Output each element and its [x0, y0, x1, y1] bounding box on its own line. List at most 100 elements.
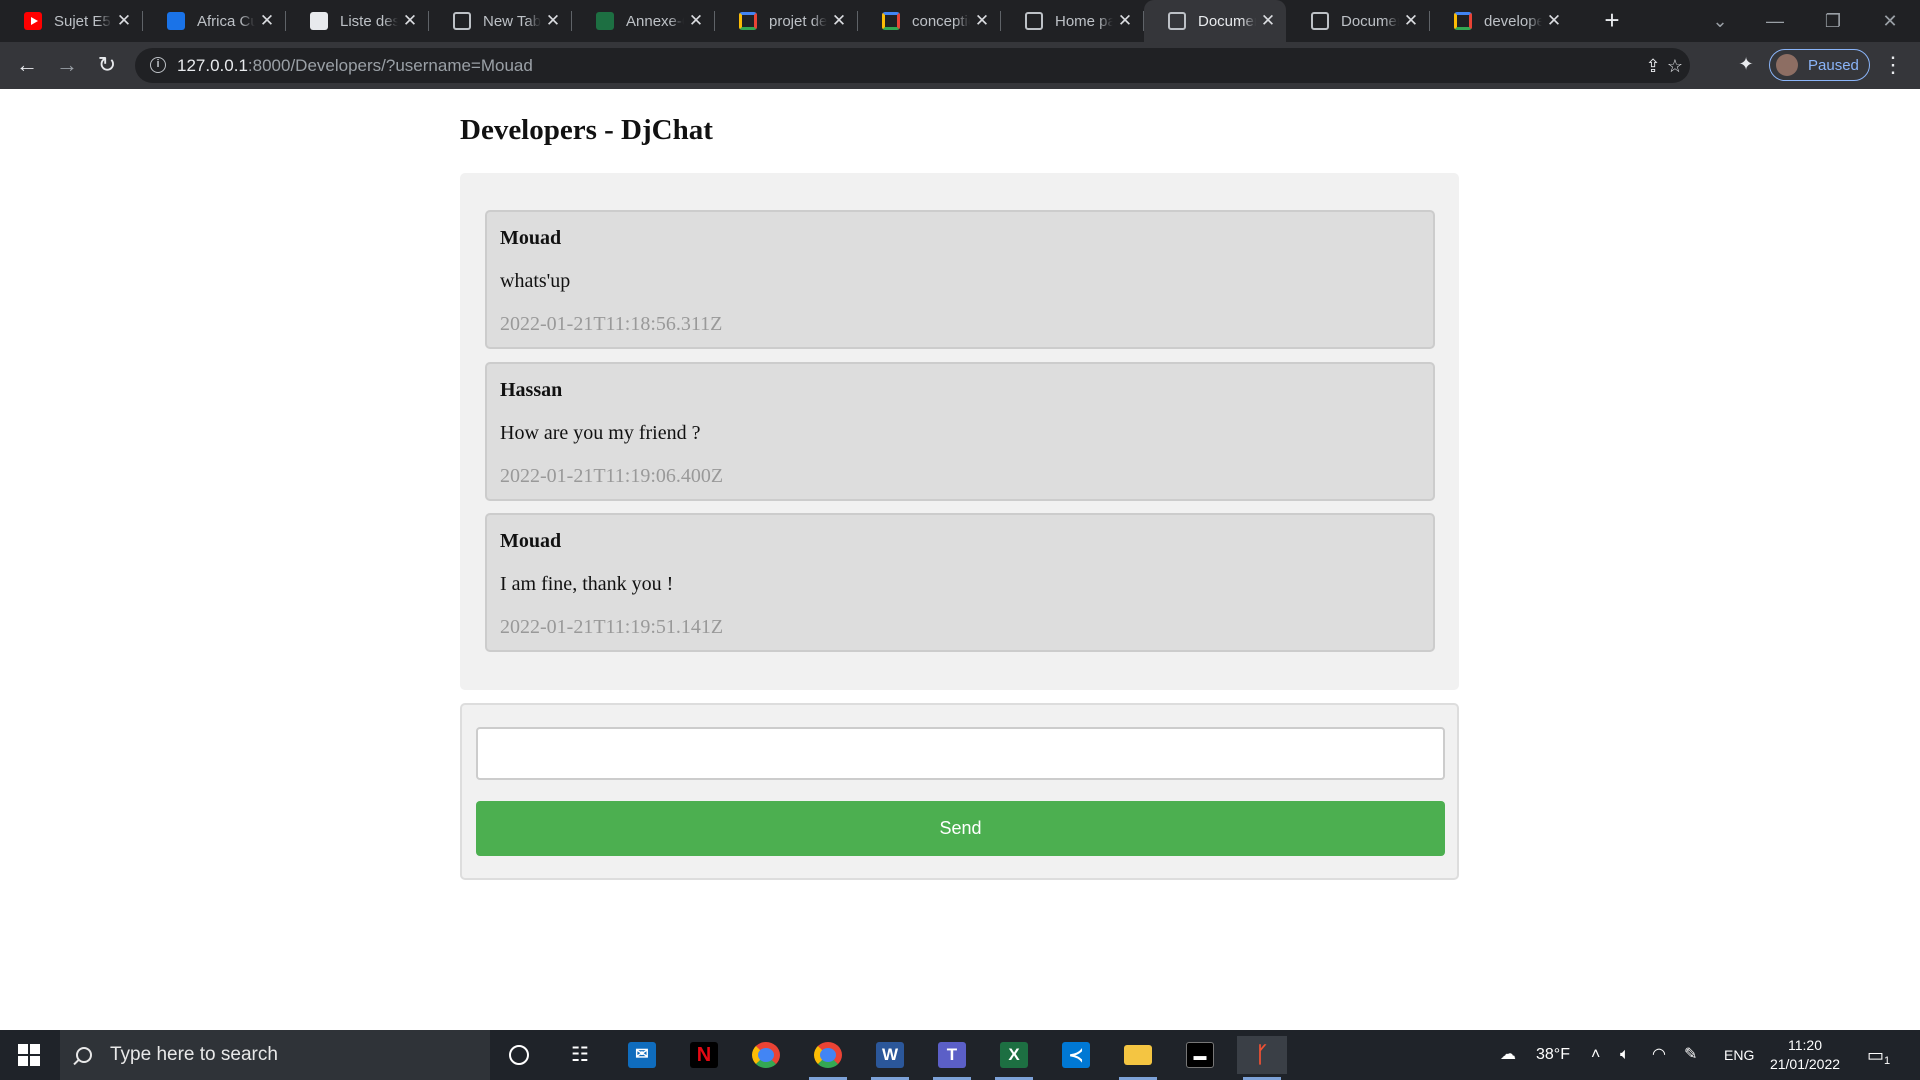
chat-log: Mouad whats'up 2022-01-21T11:18:56.311Z … [460, 173, 1459, 690]
close-tab-icon[interactable]: ✕ [541, 11, 565, 31]
browser-tab[interactable]: Africa Cup of Nations✕ [143, 0, 286, 42]
close-tab-icon[interactable]: ✕ [1399, 11, 1423, 31]
windows-start-icon[interactable] [0, 1030, 58, 1080]
taskbar-search[interactable]: Type here to search [60, 1030, 490, 1080]
language-indicator[interactable]: ENG [1724, 1030, 1754, 1080]
close-tab-icon[interactable]: ✕ [1256, 11, 1280, 31]
chrome-profile-icon[interactable] [803, 1036, 853, 1080]
close-tab-icon[interactable]: ✕ [684, 11, 708, 31]
message-author: Mouad [500, 227, 562, 249]
clock[interactable]: 11:20 21/01/2022 [1765, 1036, 1845, 1074]
excel-icon[interactable]: X [989, 1036, 1039, 1080]
new-tab-button[interactable]: + [1597, 6, 1627, 36]
bookmark-star-icon[interactable]: ☆ [1665, 56, 1685, 76]
browser-tab-strip: Sujet E5 SIO✕ Africa Cup of Nations✕ Lis… [0, 0, 1920, 42]
message-composer: Send [460, 703, 1459, 880]
close-tab-icon[interactable]: ✕ [1113, 11, 1137, 31]
message-author: Hassan [500, 379, 563, 401]
cortana-icon[interactable] [494, 1036, 544, 1074]
drive-icon [167, 12, 185, 30]
notification-count: 1 [1884, 1055, 1891, 1067]
message-author: Mouad [500, 530, 562, 552]
pen-icon[interactable]: ✎ [1684, 1030, 1697, 1080]
browser-tab[interactable]: developers✕ [1430, 0, 1572, 42]
close-tab-icon[interactable]: ✕ [112, 11, 136, 31]
file-explorer-icon[interactable] [1113, 1036, 1163, 1080]
cerfa-icon [310, 12, 328, 30]
browser-tab[interactable]: Sujet E5 SIO✕ [0, 0, 143, 42]
tab-title: Home page [1055, 12, 1113, 30]
mail-icon[interactable]: ✉ [617, 1036, 667, 1074]
google-icon [882, 12, 900, 30]
browser-tab[interactable]: Home page✕ [1001, 0, 1144, 42]
wifi-icon[interactable]: ◠ [1652, 1030, 1666, 1080]
teams-icon[interactable]: T [927, 1036, 977, 1080]
globe-icon [1025, 12, 1043, 30]
message-body: I am fine, thank you ! [500, 573, 674, 595]
close-tab-icon[interactable]: ✕ [1542, 11, 1566, 31]
url-path: :8000/Developers/?username=Mouad [247, 56, 533, 75]
browser-tab[interactable]: Annexe-6 ✕ [572, 0, 715, 42]
restore-icon[interactable]: ❐ [1813, 6, 1853, 36]
close-tab-icon[interactable]: ✕ [255, 11, 279, 31]
close-window-icon[interactable]: ✕ [1870, 6, 1910, 36]
tab-title: New Tab [483, 12, 541, 30]
tab-title: projet de [769, 12, 827, 30]
chrome-icon[interactable] [741, 1036, 791, 1074]
excel-icon [596, 12, 614, 30]
share-icon[interactable]: ⇪ [1643, 56, 1663, 76]
extensions-icon[interactable]: ✦ [1736, 54, 1756, 74]
close-tab-icon[interactable]: ✕ [970, 11, 994, 31]
message-input[interactable] [476, 727, 1445, 780]
avatar [1776, 54, 1798, 76]
weather-temp[interactable]: 38°F [1536, 1030, 1570, 1080]
chat-message: Mouad whats'up 2022-01-21T11:18:56.311Z [485, 210, 1435, 349]
browser-tab[interactable]: projet de ✕ [715, 0, 858, 42]
google-icon [1454, 12, 1472, 30]
tab-title: conception [912, 12, 970, 30]
vscode-icon[interactable]: ≺ [1051, 1036, 1101, 1074]
netflix-icon[interactable]: N [679, 1036, 729, 1074]
profile-button[interactable]: Paused [1769, 49, 1870, 81]
message-timestamp: 2022-01-21T11:19:51.141Z [500, 616, 724, 638]
globe-icon [1311, 12, 1329, 30]
message-timestamp: 2022-01-21T11:19:06.400Z [500, 465, 724, 487]
browser-tab[interactable]: conception✕ [858, 0, 1001, 42]
browser-tab[interactable]: New Tab ✕ [429, 0, 572, 42]
chevron-up-icon[interactable]: ˄ [1591, 1030, 1600, 1080]
tab-title: Sujet E5 SIO [54, 12, 112, 30]
reload-icon[interactable]: ↻ [92, 50, 122, 80]
task-view-icon[interactable]: ☷ [555, 1036, 605, 1074]
minimize-icon[interactable]: — [1755, 6, 1795, 36]
clock-time: 11:20 [1788, 1037, 1822, 1053]
close-tab-icon[interactable]: ✕ [827, 11, 851, 31]
forward-icon[interactable]: → [52, 50, 82, 80]
git-icon[interactable]: ᚴ [1237, 1036, 1287, 1080]
browser-menu-icon[interactable]: ⋮ [1882, 50, 1904, 80]
tab-title: Document [1341, 12, 1399, 30]
back-icon[interactable]: ← [12, 50, 42, 80]
youtube-icon [24, 12, 42, 30]
browser-tab-active[interactable]: Document✕ [1144, 0, 1286, 42]
url-host: 127.0.0.1 [177, 56, 248, 75]
browser-tab[interactable]: Liste des ✕ [286, 0, 429, 42]
send-button[interactable]: Send [476, 801, 1445, 856]
tab-search-icon[interactable]: ⌄ [1700, 6, 1740, 36]
close-tab-icon[interactable]: ✕ [398, 11, 422, 31]
word-icon[interactable]: W [865, 1036, 915, 1080]
chat-message: Mouad I am fine, thank you ! 2022-01-21T… [485, 513, 1435, 652]
site-info-icon[interactable]: i [150, 57, 166, 73]
notification-icon[interactable]: ▭ [1867, 1030, 1884, 1080]
browser-tab[interactable]: Document✕ [1287, 0, 1430, 42]
url-text[interactable]: 127.0.0.1:8000/Developers/?username=Moua… [177, 56, 533, 76]
search-icon [76, 1047, 92, 1063]
volume-icon[interactable]: 🔈︎ [1620, 1030, 1630, 1080]
message-body: How are you my friend ? [500, 422, 701, 444]
tab-title: Annexe-6 [626, 12, 684, 30]
tab-title: developers [1484, 12, 1542, 30]
clock-date: 21/01/2022 [1769, 1056, 1841, 1072]
weather-icon[interactable]: ☁ [1500, 1030, 1528, 1080]
terminal-icon[interactable]: ▬ [1175, 1036, 1225, 1074]
message-body: whats'up [500, 270, 571, 292]
address-bar[interactable]: i 127.0.0.1:8000/Developers/?username=Mo… [135, 48, 1690, 83]
